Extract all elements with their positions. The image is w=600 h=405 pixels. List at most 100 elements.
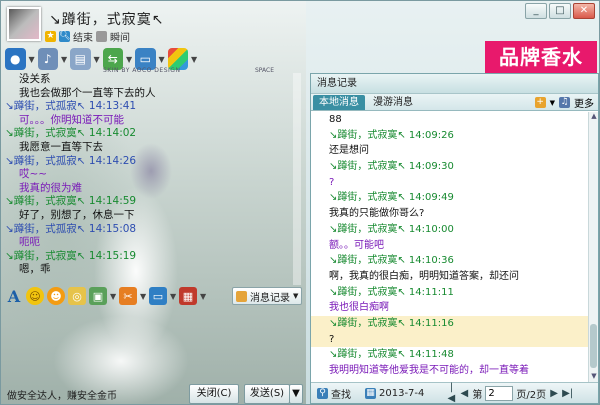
more-label[interactable]: 更多: [574, 95, 594, 110]
avatar[interactable]: [7, 7, 41, 41]
history-message-header: ↘蹲街，式寂寞↖ 14:09:30: [329, 161, 454, 173]
maximize-button[interactable]: □: [549, 3, 571, 19]
history-message-header: ↘蹲街，式寂寞↖ 14:09:49: [329, 192, 454, 204]
page-input[interactable]: [485, 385, 514, 401]
history-message-header: ↘蹲街，式寂寞↖ 14:11:11: [329, 286, 454, 298]
video-call-icon[interactable]: ●: [5, 48, 26, 70]
chat-message-text: 我愿意一直等下去: [19, 140, 103, 153]
chevron-down-icon[interactable]: ▼: [191, 55, 197, 64]
history-date: 2013-7-4: [379, 387, 425, 399]
history-icon: [236, 290, 247, 302]
close-button[interactable]: 关闭(C): [189, 384, 239, 404]
date-picker[interactable]: ▦ 2013-7-4: [365, 387, 425, 399]
add-icon[interactable]: +: [534, 97, 546, 108]
chat-message-text: 可。。。你明知道不可能: [19, 113, 124, 126]
file-transfer-icon[interactable]: ▤: [70, 48, 91, 70]
chevron-down-icon: ▼: [293, 292, 299, 300]
last-page-icon[interactable]: ▶|: [562, 388, 573, 399]
find-button[interactable]: ⚲ 查找: [317, 386, 351, 401]
history-message-header: ↘蹲街，式寂寞↖ 14:11:16: [311, 315, 588, 332]
search-icon[interactable]: 🔍︎: [59, 30, 70, 42]
history-message-text: 额。。可能吧: [329, 239, 384, 251]
scissors-icon[interactable]: ✂: [119, 287, 137, 305]
chat-message-header: ↘蹲街，式孤寂↖ 14:14:26: [5, 154, 137, 167]
page-prefix: 第: [472, 389, 483, 401]
send-options-button[interactable]: ▼: [289, 384, 303, 404]
history-scrollbar[interactable]: ▲ ▼: [588, 112, 598, 382]
chat-window: ↘蹲街，式寂寞↖ ★ 🔍︎ 结束 瞬间 _ □ ✕ ● ▼ ♪ ▼ ▤ ▼ ⇆ …: [0, 0, 600, 405]
contact-name: ↘蹲街，式寂寞↖: [49, 12, 165, 28]
chat-messages: 没关系 我也会做那个一直等下去的人 ↘蹲街，式孤寂↖ 14:13:41 可。。。你明知…: [5, 73, 299, 285]
history-message-header: ↘蹲街，式寂寞↖ 14:10:00: [329, 223, 454, 235]
status-row: ★ 🔍︎ 结束 瞬间: [45, 29, 130, 44]
image-icon[interactable]: ▣: [89, 287, 107, 305]
history-list: 88 ↘蹲街，式寂寞↖ 14:09:26 还是想问 ↘蹲街，式寂寞↖ 14:09:30…: [311, 112, 588, 382]
pager: |◀ ◀ 第 页/2页 ▶ ▶|: [446, 382, 574, 404]
chevron-down-icon[interactable]: ▼: [159, 55, 165, 64]
chevron-down-icon[interactable]: ▼: [126, 55, 132, 64]
microphone-icon[interactable]: ♪: [37, 48, 58, 70]
first-page-icon[interactable]: |◀: [446, 382, 456, 404]
history-message-text: 88: [329, 114, 342, 125]
history-message-text: 我明明知道等他爱我是不可能的，却一直等着: [329, 365, 529, 376]
history-tabs: 本地消息 漫游消息 + ▼ ♫ 更多: [311, 94, 598, 111]
scroll-up-icon[interactable]: ▲: [589, 112, 599, 122]
chat-message-header: ↘蹲街，式寂寞↖ 14:15:19: [5, 249, 137, 262]
chat-message-header: ↘蹲街，式孤寂↖ 14:15:08: [5, 222, 137, 235]
history-panel: 消息记录 本地消息 漫游消息 + ▼ ♫ 更多 88 ↘蹲街，式寂寞↖ 14:09…: [310, 73, 599, 404]
history-message-text: 我也很白痴啊: [329, 302, 389, 314]
chevron-down-icon[interactable]: ▼: [170, 292, 176, 301]
chevron-down-icon[interactable]: ▼: [29, 55, 35, 64]
chevron-down-icon[interactable]: ▼: [550, 99, 555, 107]
chevron-down-icon[interactable]: ▼: [140, 292, 146, 301]
history-message-text: 啊，我真的很白痴，明明知道答案，却还问: [329, 270, 519, 282]
speaker-icon[interactable]: ♫: [559, 97, 570, 108]
chevron-down-icon[interactable]: ▼: [61, 55, 67, 64]
chevron-down-icon[interactable]: ▼: [110, 292, 116, 301]
history-title: 消息记录: [311, 74, 598, 94]
tab-roaming-messages[interactable]: 漫游消息: [367, 95, 419, 110]
chevron-down-icon[interactable]: ▼: [200, 292, 206, 301]
emoji-icon[interactable]: ☺: [26, 287, 44, 305]
send-button[interactable]: 发送(S): [244, 384, 290, 404]
tab-local-messages[interactable]: 本地消息: [313, 95, 365, 110]
chat-scrollbar[interactable]: [293, 73, 301, 285]
chevron-down-icon[interactable]: ▼: [94, 55, 100, 64]
history-footer: ⚲ 查找 ▦ 2013-7-4 |◀ ◀ 第 页/2页 ▶ ▶|: [311, 382, 598, 404]
chat-message-text: 呃呃: [19, 236, 40, 249]
status-text: 结束: [73, 32, 93, 44]
history-message-text: ?: [311, 331, 588, 348]
magic-emoji-icon[interactable]: ☻: [47, 287, 65, 305]
close-window-button[interactable]: ✕: [573, 3, 595, 19]
ad-link[interactable]: 做安全达人，赚安全金币: [7, 387, 117, 402]
minimize-button[interactable]: _: [525, 3, 547, 19]
font-icon[interactable]: A: [5, 287, 23, 306]
calendar-icon: ▦: [365, 387, 376, 399]
status-text-2: 瞬间: [110, 32, 130, 44]
prev-page-icon[interactable]: ◀: [459, 388, 469, 399]
brand-banner[interactable]: 品牌香水: [485, 41, 597, 73]
history-message-text: 我真的只能做你哥么?: [329, 208, 425, 220]
shake-icon[interactable]: ◎: [68, 287, 86, 305]
chat-message-text: 哎~~: [19, 168, 48, 181]
scroll-down-icon[interactable]: ▼: [589, 372, 599, 382]
message-history-button[interactable]: 消息记录 ▼: [232, 287, 302, 305]
search-icon: ⚲: [317, 387, 328, 399]
history-tools: + ▼ ♫ 更多: [534, 95, 594, 110]
history-message-header: ↘蹲街，式寂寞↖ 14:10:36: [329, 255, 454, 267]
chat-message-text: 好了，别想了，休息一下: [19, 208, 135, 221]
user-card-icon[interactable]: [96, 30, 107, 42]
page-suffix: 页/2页: [516, 389, 547, 401]
star-icon[interactable]: ★: [45, 30, 56, 42]
chat-message-text: 我也会做那个一直等下去的人: [19, 86, 156, 99]
window-controls: _ □ ✕: [525, 3, 595, 19]
bottom-bar: 做安全达人，赚安全金币 关闭(C) 发送(S) ▼: [1, 383, 306, 404]
gift-icon[interactable]: ▦: [179, 287, 197, 305]
chat-message-text: 嗯，乖: [19, 263, 51, 276]
scroll-thumb[interactable]: [590, 324, 597, 368]
next-page-icon[interactable]: ▶: [549, 388, 559, 399]
history-message-header: ↘蹲街，式寂寞↖ 14:11:48: [329, 349, 454, 361]
find-label: 查找: [331, 389, 351, 401]
message-input[interactable]: [5, 309, 303, 381]
screenshot-icon[interactable]: ▭: [149, 287, 167, 305]
